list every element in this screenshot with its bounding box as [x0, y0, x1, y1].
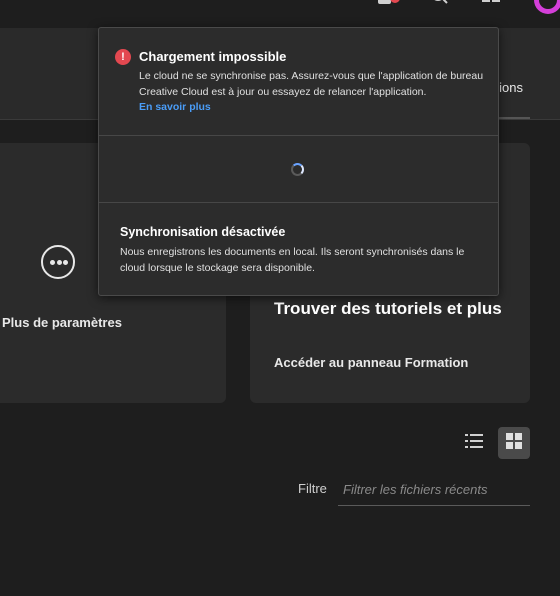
list-view-icon: [465, 433, 483, 454]
learn-panel-link[interactable]: Accéder au panneau Formation: [274, 355, 468, 370]
strip-tab-underline: [496, 117, 530, 119]
filter-input[interactable]: [338, 474, 530, 506]
grid-view-icon: [506, 432, 522, 454]
loading-spinner-icon: [291, 163, 304, 176]
learn-more-link[interactable]: En savoir plus: [139, 101, 211, 113]
search-icon[interactable]: [430, 0, 450, 13]
error-icon: !: [115, 49, 131, 65]
filter-label: Filtre: [298, 481, 327, 496]
top-bar: [0, 0, 560, 28]
strip-tab-label[interactable]: ions: [499, 80, 523, 95]
error-title: Chargement impossible: [139, 49, 287, 64]
error-message: Le cloud ne se synchronise pas. Assurez-…: [139, 70, 484, 98]
tutorials-title: Trouver des tutoriels et plus: [274, 299, 502, 318]
error-section: ! Chargement impossible Le cloud ne se s…: [99, 28, 498, 136]
apps-grid-icon[interactable]: [482, 0, 502, 13]
sync-message: Nous enregistrons les documents en local…: [120, 246, 465, 274]
grid-view-button[interactable]: [498, 427, 530, 459]
loading-section: [99, 136, 498, 203]
avatar-icon[interactable]: [532, 0, 560, 21]
notification-bell-icon[interactable]: [376, 0, 400, 17]
sync-section: Synchronisation désactivée Nous enregist…: [99, 203, 498, 295]
more-options-icon[interactable]: [41, 245, 75, 279]
sync-status-popover: ! Chargement impossible Le cloud ne se s…: [98, 27, 499, 296]
list-view-button[interactable]: [458, 427, 490, 459]
more-settings-label[interactable]: Plus de paramètres: [2, 315, 122, 330]
sync-title: Synchronisation désactivée: [120, 225, 286, 239]
